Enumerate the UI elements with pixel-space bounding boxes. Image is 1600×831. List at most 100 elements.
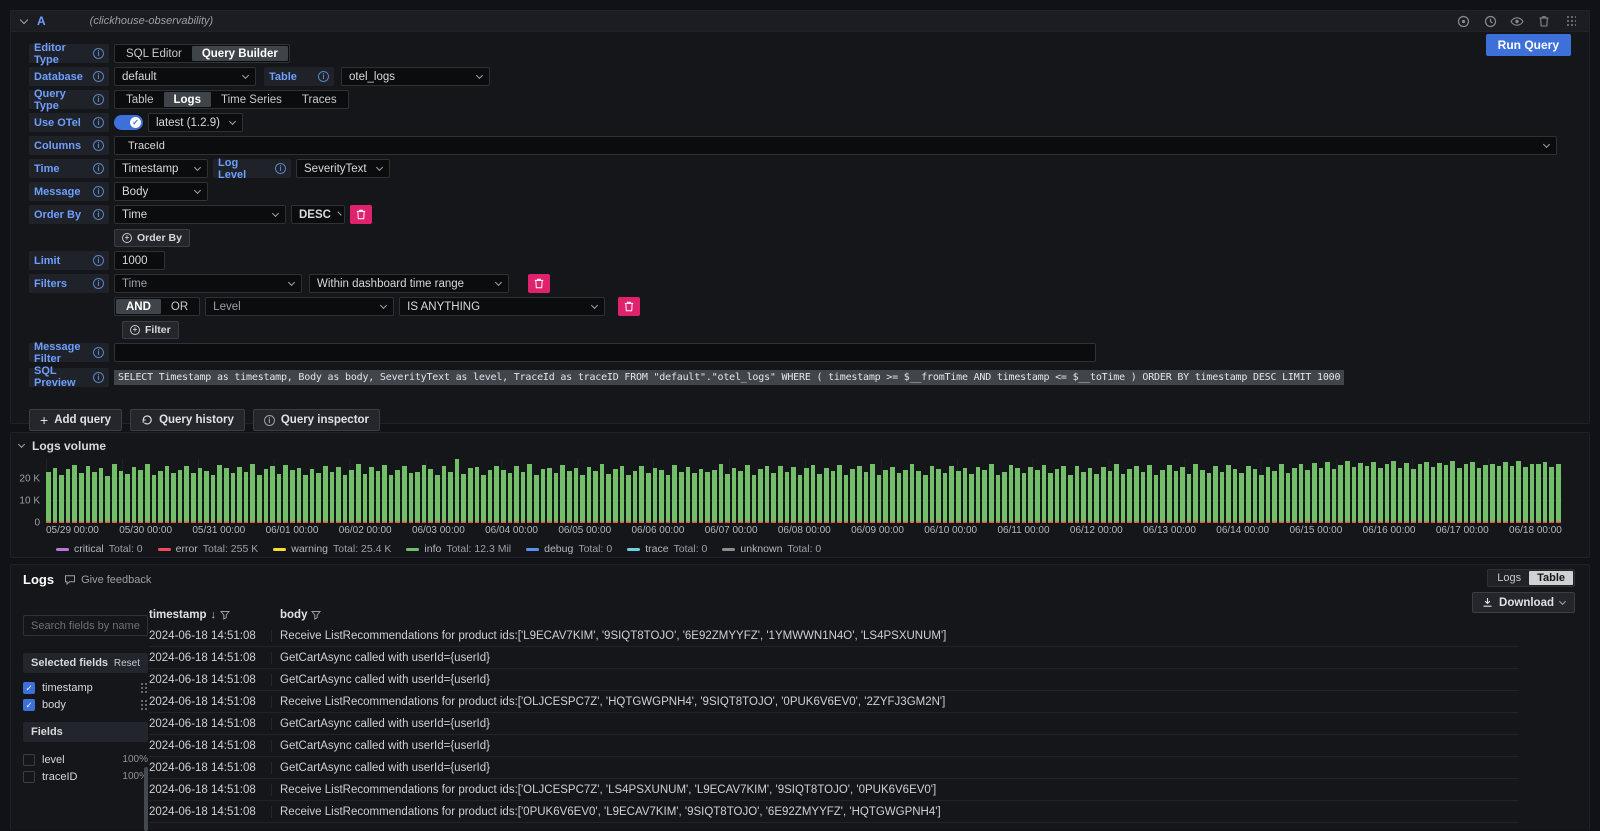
sql-editor-option[interactable]: SQL Editor [116, 46, 192, 61]
use-otel-toggle[interactable]: ✓ [114, 115, 143, 130]
info-icon[interactable]: i [93, 372, 104, 383]
info-icon[interactable]: i [93, 71, 104, 82]
add-order-by-button[interactable]: +Order By [114, 229, 190, 247]
checkbox-unchecked[interactable] [23, 771, 35, 783]
query-history-icon[interactable] [1482, 13, 1498, 29]
drag-handle-icon[interactable] [140, 699, 148, 711]
body-column-header[interactable]: body [280, 609, 307, 621]
database-select[interactable]: default [114, 67, 256, 86]
drag-handle-icon[interactable] [140, 682, 148, 694]
query-history-button[interactable]: Query history [130, 409, 245, 431]
filter-2-operator-select[interactable]: IS ANYTHING [399, 297, 605, 316]
view-table-option[interactable]: Table [1529, 571, 1573, 585]
table-row[interactable]: 2024-06-18 14:51:08Receive ListRecommend… [149, 801, 1519, 823]
filter-1-operator-select[interactable]: Within dashboard time range [309, 274, 509, 293]
columns-multiselect[interactable]: TraceId [114, 136, 1557, 155]
legend-item-warning[interactable]: warningTotal: 25.4 K [273, 543, 391, 555]
info-icon[interactable]: i [93, 347, 104, 358]
view-logs-option[interactable]: Logs [1489, 571, 1529, 585]
add-query-button[interactable]: +Add query [29, 409, 122, 431]
legend-item-debug[interactable]: debugTotal: 0 [526, 543, 612, 555]
volume-bar [1365, 466, 1370, 523]
delete-query-trash-icon[interactable] [1536, 13, 1552, 29]
table-row[interactable]: 2024-06-18 14:51:08GetCartAsync called w… [149, 735, 1519, 757]
info-icon[interactable]: i [275, 163, 286, 174]
query-type-table-option[interactable]: Table [116, 92, 164, 107]
legend-item-critical[interactable]: criticalTotal: 0 [56, 543, 143, 555]
info-icon[interactable]: i [93, 278, 104, 289]
query-type-timeseries-option[interactable]: Time Series [211, 92, 292, 107]
info-icon[interactable]: i [93, 163, 104, 174]
remove-order-by-trash-icon[interactable] [350, 205, 372, 224]
query-inspector-button[interactable]: i Query inspector [253, 409, 380, 431]
info-icon[interactable]: i [93, 255, 104, 266]
checkbox-checked[interactable]: ✓ [23, 699, 35, 711]
info-icon[interactable]: i [93, 140, 104, 151]
table-row[interactable]: 2024-06-18 14:51:08GetCartAsync called w… [149, 647, 1519, 669]
limit-input[interactable] [114, 251, 165, 270]
filter-1-field-select[interactable]: Time [114, 274, 302, 293]
filter-2-field-select[interactable]: Level [205, 297, 394, 316]
table-row[interactable]: 2024-06-18 14:51:08GetCartAsync called w… [149, 757, 1519, 779]
logs-volume-chart[interactable]: 0 10 K 20 K [46, 459, 1562, 523]
table-row[interactable]: 2024-06-18 14:51:08Receive ListRecommend… [149, 779, 1519, 801]
collapse-panel-icon[interactable] [18, 441, 25, 448]
volume-bar [1418, 464, 1423, 523]
info-icon[interactable]: i [93, 186, 104, 197]
info-icon[interactable]: i [93, 48, 104, 59]
filter-funnel-icon[interactable] [220, 610, 230, 620]
legend-item-error[interactable]: errorTotal: 255 K [158, 543, 259, 555]
selected-field-timestamp[interactable]: ✓timestamp [23, 679, 148, 696]
legend-item-info[interactable]: infoTotal: 12.3 Mil [406, 543, 511, 555]
remove-filter-1-trash-icon[interactable] [528, 274, 550, 293]
message-filter-input[interactable] [114, 343, 1096, 362]
time-column-select[interactable]: Timestamp [114, 159, 208, 178]
query-row-header[interactable]: A (clickhouse-observability) [11, 11, 1589, 32]
logs-volume-header[interactable]: Logs volume [11, 433, 1589, 453]
info-icon[interactable]: i [93, 209, 104, 220]
table-row[interactable]: 2024-06-18 14:51:08Receive ListRecommend… [149, 691, 1519, 713]
selected-field-body[interactable]: ✓body [23, 696, 148, 713]
message-column-select[interactable]: Body [114, 182, 208, 201]
run-query-button[interactable]: Run Query [1486, 34, 1571, 56]
message-filter-label: Message Filteri [29, 343, 109, 362]
or-option[interactable]: OR [161, 299, 198, 314]
field-level[interactable]: level100% [23, 751, 148, 768]
table-select[interactable]: otel_logs [341, 67, 490, 86]
search-fields-input[interactable] [23, 615, 148, 636]
table-row[interactable]: 2024-06-18 14:51:08GetCartAsync called w… [149, 669, 1519, 691]
log-level-column-select[interactable]: SeverityText [296, 159, 390, 178]
volume-bar [468, 468, 473, 523]
query-type-logs-option[interactable]: Logs [164, 92, 211, 107]
table-row[interactable]: 2024-06-18 14:51:08Receive ListRecommend… [149, 625, 1519, 647]
sidebar-scrollbar[interactable] [144, 767, 148, 831]
timestamp-column-header[interactable]: timestamp [149, 609, 207, 621]
field-traceID[interactable]: traceID100% [23, 768, 148, 785]
order-by-direction-select[interactable]: DESC [291, 205, 345, 224]
reset-button[interactable]: Reset [114, 658, 140, 669]
query-builder-option[interactable]: Query Builder [192, 46, 288, 61]
table-row[interactable]: 2024-06-18 14:51:08GetCartAsync called w… [149, 713, 1519, 735]
hide-response-eye-icon[interactable] [1509, 13, 1525, 29]
checkbox-checked[interactable]: ✓ [23, 682, 35, 694]
drag-handle-icon[interactable] [1563, 13, 1579, 29]
query-ref-id[interactable]: A [37, 14, 46, 28]
checkbox-unchecked[interactable] [23, 754, 35, 766]
order-by-field-select[interactable]: Time [114, 205, 286, 224]
and-option[interactable]: AND [116, 299, 161, 314]
duplicate-query-icon[interactable] [1455, 13, 1471, 29]
info-icon[interactable]: i [93, 94, 104, 105]
logs-panel: Logs Give feedback Logs Table Download S… [10, 564, 1590, 830]
filter-funnel-icon[interactable] [311, 610, 321, 620]
otel-version-select[interactable]: latest (1.2.9) [148, 113, 243, 132]
query-type-traces-option[interactable]: Traces [292, 92, 347, 107]
remove-filter-2-trash-icon[interactable] [618, 297, 640, 316]
collapse-query-icon[interactable] [20, 15, 28, 23]
legend-item-trace[interactable]: traceTotal: 0 [627, 543, 707, 555]
info-icon[interactable]: i [93, 117, 104, 128]
legend-item-unknown[interactable]: unknownTotal: 0 [722, 543, 821, 555]
add-filter-button[interactable]: +Filter [122, 321, 179, 339]
sort-desc-icon[interactable]: ↓ [211, 609, 217, 621]
give-feedback-link[interactable]: Give feedback [64, 574, 151, 586]
info-icon[interactable]: i [318, 71, 329, 82]
